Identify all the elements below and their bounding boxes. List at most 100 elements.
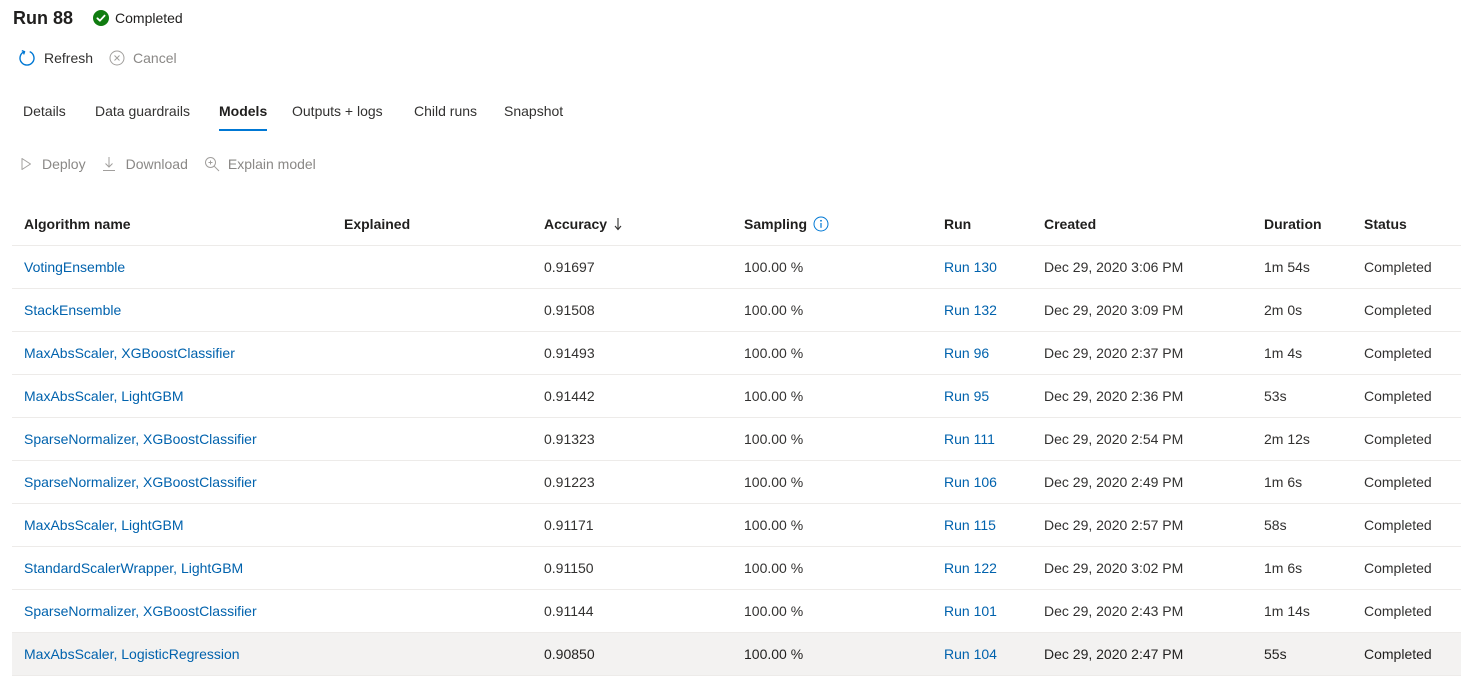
accuracy-cell: 0.91323 — [532, 417, 732, 461]
tab-details[interactable]: Details — [23, 95, 66, 131]
algorithm-link[interactable]: MaxAbsScaler, LightGBM — [24, 388, 184, 404]
column-header-accuracy[interactable]: Accuracy — [532, 202, 732, 246]
run-link[interactable]: Run 104 — [944, 646, 997, 662]
table-row[interactable]: StackEnsemble 0.91508 100.00 % Run 132 D… — [12, 288, 1461, 332]
models-toolbar: Deploy Download Explain model — [20, 153, 332, 175]
explained-cell — [332, 460, 532, 504]
table-row[interactable]: MaxAbsScaler, LightGBM 0.91442 100.00 % … — [12, 374, 1461, 418]
algorithm-link[interactable]: MaxAbsScaler, XGBoostClassifier — [24, 345, 235, 361]
duration-cell: 53s — [1252, 374, 1352, 418]
accuracy-header-label: Accuracy — [544, 215, 608, 232]
sampling-cell: 100.00 % — [732, 288, 932, 332]
table-row[interactable]: MaxAbsScaler, XGBoostClassifier 0.91493 … — [12, 331, 1461, 375]
duration-cell: 1m 4s — [1252, 331, 1352, 375]
download-button[interactable]: Download — [102, 156, 188, 172]
sampling-cell: 100.00 % — [732, 331, 932, 375]
algorithm-link[interactable]: MaxAbsScaler, LogisticRegression — [24, 646, 240, 662]
cancel-icon — [109, 50, 125, 66]
run-link[interactable]: Run 111 — [944, 431, 995, 447]
table-row-selected[interactable]: MaxAbsScaler, LogisticRegression 0.90850… — [12, 632, 1461, 676]
table-row[interactable]: VotingEnsemble 0.91697 100.00 % Run 130 … — [12, 245, 1461, 289]
algorithm-link[interactable]: StackEnsemble — [24, 302, 121, 318]
column-header-duration[interactable]: Duration — [1252, 202, 1352, 246]
explained-cell — [332, 374, 532, 418]
column-header-created[interactable]: Created — [1032, 202, 1252, 246]
algorithm-link[interactable]: SparseNormalizer, XGBoostClassifier — [24, 431, 257, 447]
table-row[interactable]: SparseNormalizer, XGBoostClassifier 0.91… — [12, 460, 1461, 504]
models-table: Algorithm name Explained Accuracy Sampli… — [12, 202, 1461, 676]
created-cell: Dec 29, 2020 2:37 PM — [1032, 331, 1252, 375]
play-icon — [20, 157, 32, 171]
table-row[interactable]: MaxAbsScaler, LightGBM 0.91171 100.00 % … — [12, 503, 1461, 547]
accuracy-cell: 0.90850 — [532, 632, 732, 676]
accuracy-cell: 0.91223 — [532, 460, 732, 504]
tab-models[interactable]: Models — [219, 95, 268, 131]
tab-snapshot[interactable]: Snapshot — [504, 95, 563, 131]
download-icon — [102, 156, 116, 172]
duration-cell: 58s — [1252, 503, 1352, 547]
created-cell: Dec 29, 2020 3:02 PM — [1032, 546, 1252, 590]
refresh-button[interactable]: Refresh — [18, 49, 93, 67]
cancel-button[interactable]: Cancel — [109, 50, 177, 66]
table-row[interactable]: SparseNormalizer, XGBoostClassifier 0.91… — [12, 589, 1461, 633]
info-icon[interactable] — [813, 216, 829, 232]
sampling-cell: 100.00 % — [732, 503, 932, 547]
run-link[interactable]: Run 132 — [944, 302, 997, 318]
sampling-cell: 100.00 % — [732, 417, 932, 461]
duration-cell: 1m 54s — [1252, 245, 1352, 289]
run-link[interactable]: Run 130 — [944, 259, 997, 275]
table-row[interactable]: StandardScalerWrapper, LightGBM 0.91150 … — [12, 546, 1461, 590]
deploy-button[interactable]: Deploy — [20, 156, 86, 172]
duration-cell: 1m 6s — [1252, 460, 1352, 504]
table-header-row: Algorithm name Explained Accuracy Sampli… — [12, 202, 1461, 246]
created-cell: Dec 29, 2020 2:54 PM — [1032, 417, 1252, 461]
explained-cell — [332, 331, 532, 375]
sampling-header-label: Sampling — [744, 215, 808, 232]
run-link[interactable]: Run 101 — [944, 603, 997, 619]
created-cell: Dec 29, 2020 3:09 PM — [1032, 288, 1252, 332]
algorithm-link[interactable]: SparseNormalizer, XGBoostClassifier — [24, 603, 257, 619]
accuracy-cell: 0.91171 — [532, 503, 732, 547]
status-cell: Completed — [1352, 331, 1461, 375]
column-header-run[interactable]: Run — [932, 202, 1032, 246]
duration-cell: 55s — [1252, 632, 1352, 676]
status-cell: Completed — [1352, 632, 1461, 676]
explain-model-button[interactable]: Explain model — [204, 156, 316, 172]
duration-cell: 2m 12s — [1252, 417, 1352, 461]
run-link[interactable]: Run 96 — [944, 345, 989, 361]
status-cell: Completed — [1352, 589, 1461, 633]
explained-cell — [332, 503, 532, 547]
accuracy-cell: 0.91144 — [532, 589, 732, 633]
column-header-status[interactable]: Status — [1352, 202, 1461, 246]
explained-cell — [332, 632, 532, 676]
sampling-cell: 100.00 % — [732, 589, 932, 633]
table-row[interactable]: SparseNormalizer, XGBoostClassifier 0.91… — [12, 417, 1461, 461]
tab-child-runs[interactable]: Child runs — [414, 95, 477, 131]
algorithm-link[interactable]: MaxAbsScaler, LightGBM — [24, 517, 184, 533]
explained-cell — [332, 589, 532, 633]
status-cell: Completed — [1352, 417, 1461, 461]
refresh-label: Refresh — [44, 50, 94, 66]
run-link[interactable]: Run 106 — [944, 474, 997, 490]
page-title: Run 88 — [13, 7, 74, 28]
explained-cell — [332, 546, 532, 590]
run-link[interactable]: Run 115 — [944, 517, 996, 533]
duration-cell: 1m 14s — [1252, 589, 1352, 633]
column-header-sampling[interactable]: Sampling — [732, 202, 932, 246]
explain-model-label: Explain model — [227, 156, 316, 172]
accuracy-cell: 0.91442 — [532, 374, 732, 418]
explained-cell — [332, 417, 532, 461]
status-cell: Completed — [1352, 546, 1461, 590]
column-header-algorithm[interactable]: Algorithm name — [12, 202, 332, 246]
algorithm-link[interactable]: VotingEnsemble — [24, 259, 125, 275]
run-link[interactable]: Run 95 — [944, 388, 989, 404]
tab-data-guardrails[interactable]: Data guardrails — [95, 95, 190, 131]
algorithm-link[interactable]: SparseNormalizer, XGBoostClassifier — [24, 474, 257, 490]
accuracy-cell: 0.91493 — [532, 331, 732, 375]
algorithm-link[interactable]: StandardScalerWrapper, LightGBM — [24, 560, 243, 576]
sampling-cell: 100.00 % — [732, 245, 932, 289]
run-link[interactable]: Run 122 — [944, 560, 997, 576]
download-label: Download — [125, 156, 188, 172]
tab-outputs-logs[interactable]: Outputs + logs — [292, 95, 383, 131]
column-header-explained[interactable]: Explained — [332, 202, 532, 246]
